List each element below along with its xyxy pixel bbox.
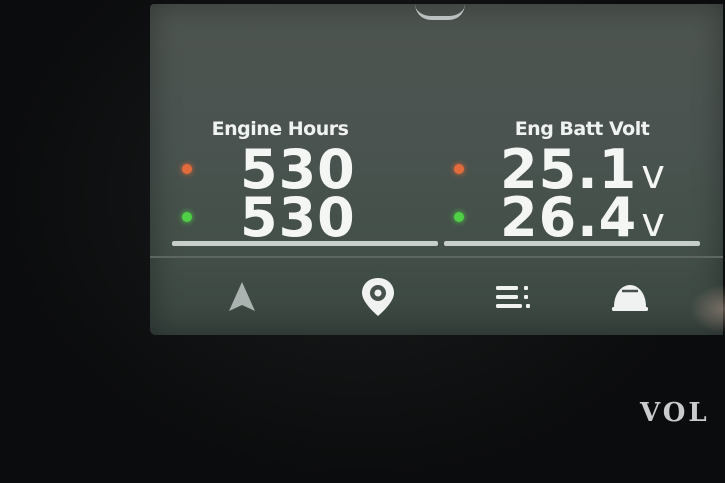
screen-glare: [690, 284, 725, 334]
nav-button-navigation[interactable]: [214, 272, 270, 322]
nav-button-menu[interactable]: [486, 272, 542, 322]
orange-status-dot: [182, 164, 192, 174]
location-pin-icon: [362, 278, 394, 316]
engine-hours-label: Engine Hours: [211, 118, 349, 140]
green-status-dot: [182, 212, 192, 222]
menu-list-icon: [496, 286, 530, 308]
engine-hours-value-2: 530: [240, 186, 356, 249]
nav-button-engine[interactable]: [602, 272, 658, 322]
engine-hours-panel[interactable]: Engine Hours 530 530: [170, 114, 430, 249]
nav-button-location[interactable]: [350, 272, 406, 322]
batt-volt-label: Eng Batt Volt: [514, 118, 650, 140]
engine-hours-row-2: 530: [170, 186, 430, 249]
nav-divider: [150, 256, 723, 258]
engine-hours-underline: [172, 241, 438, 246]
volt-unit: v: [641, 200, 666, 246]
engine-gauge-icon: [612, 285, 648, 311]
navigation-arrow-icon: [229, 282, 255, 311]
brand-logo: VOL: [640, 398, 710, 428]
batt-volt-underline: [444, 241, 700, 246]
green-status-dot: [454, 212, 464, 222]
batt-volt-number-2: 26.4: [500, 186, 638, 249]
display-screen: Engine Hours 530 530 Eng Batt Volt 25.1 v…: [150, 4, 725, 335]
batt-volt-row-2: 26.4 v: [442, 191, 702, 246]
orange-status-dot: [454, 164, 464, 174]
batt-volt-panel[interactable]: Eng Batt Volt 25.1 v 26.4 v: [442, 114, 702, 246]
bottom-nav-bar: [150, 262, 723, 332]
top-partial-icon: [415, 4, 465, 20]
